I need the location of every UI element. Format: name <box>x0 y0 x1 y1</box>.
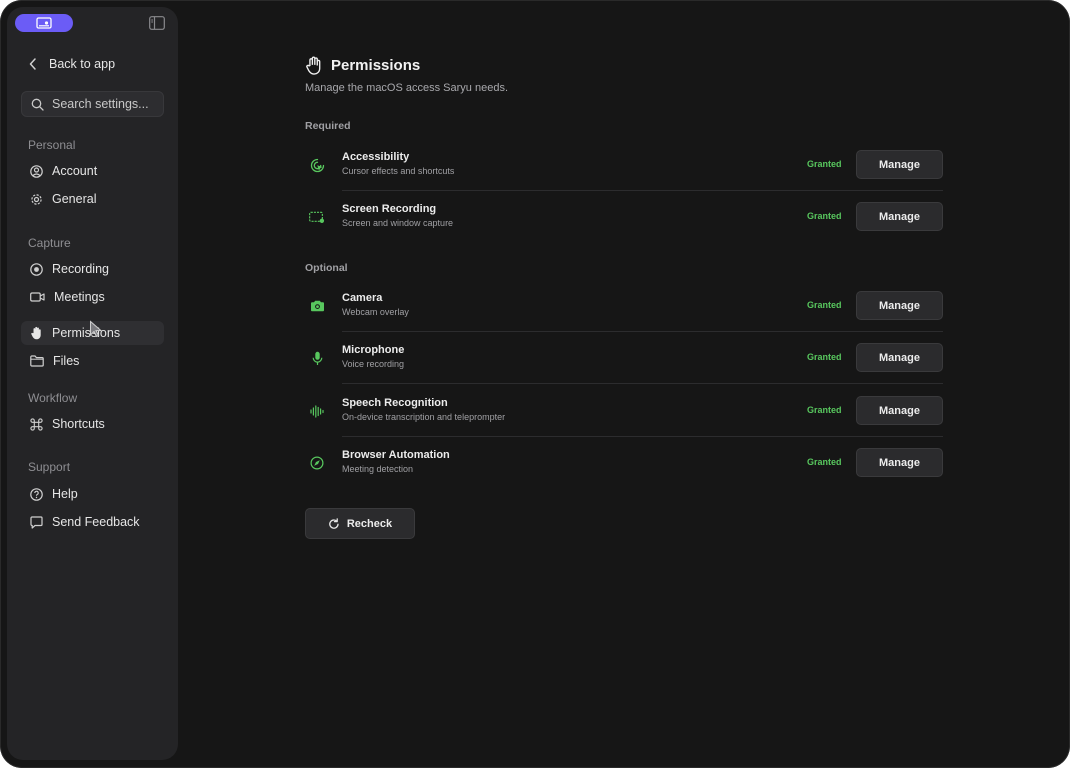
permission-name: Speech Recognition <box>342 397 448 409</box>
manage-accessibility-button[interactable]: Manage <box>856 150 943 179</box>
hand-icon <box>31 326 41 340</box>
sidebar-item-shortcuts[interactable]: Shortcuts <box>21 412 164 436</box>
help-icon <box>30 487 43 501</box>
sidebar-item-label: Help <box>52 487 78 501</box>
permission-description: Cursor effects and shortcuts <box>342 166 455 176</box>
sidebar-item-meetings[interactable]: Meetings <box>21 285 164 309</box>
status-badge: Granted <box>807 352 842 362</box>
chat-bubble-icon <box>30 515 43 529</box>
permission-row-screen-recording: Screen Recording Screen and window captu… <box>305 191 943 243</box>
status-badge: Granted <box>807 159 842 169</box>
refresh-icon <box>329 517 339 529</box>
optional-label: Optional <box>305 262 348 274</box>
sidebar-item-account[interactable]: Account <box>21 159 164 183</box>
app-switcher-button[interactable] <box>15 14 73 32</box>
sidebar-item-label: Files <box>53 354 80 368</box>
hand-icon <box>306 56 321 75</box>
back-to-app-label: Back to app <box>49 57 116 71</box>
account-icon <box>30 164 43 178</box>
sidebar: Back to app Personal Account General <box>7 7 178 760</box>
permission-name: Microphone <box>342 344 405 356</box>
search-settings-field[interactable] <box>21 91 164 117</box>
search-icon <box>31 98 44 111</box>
section-capture: Capture <box>28 236 71 250</box>
sidebar-item-send-feedback[interactable]: Send Feedback <box>21 510 164 534</box>
permission-row-camera: Camera Webcam overlay Granted Manage <box>305 280 943 332</box>
sidebar-item-help[interactable]: Help <box>21 482 164 506</box>
sidebar-toggle-icon[interactable] <box>149 16 165 30</box>
permission-name: Browser Automation <box>342 449 450 461</box>
chevron-left-icon <box>29 58 36 70</box>
sidebar-item-label: Recording <box>52 262 109 276</box>
section-personal: Personal <box>28 138 76 152</box>
manage-camera-button[interactable]: Manage <box>856 291 943 320</box>
back-to-app-link[interactable]: Back to app <box>29 53 169 75</box>
permissions-panel: Permissions Manage the macOS access Sary… <box>305 0 945 768</box>
mouse-pointer-icon <box>90 320 103 338</box>
permission-description: Voice recording <box>342 359 405 369</box>
section-workflow: Workflow <box>28 391 78 405</box>
permission-row-browser-automation: Browser Automation Meeting detection Gra… <box>305 437 943 489</box>
accessibility-icon <box>309 157 325 173</box>
camera-icon <box>309 298 325 314</box>
status-badge: Granted <box>807 211 842 221</box>
permission-name: Accessibility <box>342 151 410 163</box>
record-icon <box>30 262 43 276</box>
permission-row-accessibility: Accessibility Cursor effects and shortcu… <box>305 139 943 191</box>
row-divider <box>342 383 943 384</box>
recheck-button[interactable]: Recheck <box>305 508 415 539</box>
sidebar-item-files[interactable]: Files <box>21 349 164 373</box>
microphone-icon <box>309 350 325 366</box>
section-support: Support <box>28 460 71 474</box>
permission-name: Screen Recording <box>342 203 437 215</box>
permission-row-speech-recognition: Speech Recognition On-device transcripti… <box>305 385 943 437</box>
status-badge: Granted <box>807 405 842 415</box>
sidebar-header <box>7 7 178 39</box>
sidebar-item-label: Meetings <box>54 290 105 304</box>
app-window: Back to app Personal Account General <box>0 0 1070 768</box>
sidebar-item-label: Shortcuts <box>52 417 105 431</box>
permission-description: Meeting detection <box>342 464 414 474</box>
page-header: Permissions <box>305 56 420 75</box>
sidebar-item-label: Account <box>52 164 98 178</box>
manage-screen-recording-button[interactable]: Manage <box>856 202 943 231</box>
recheck-label: Recheck <box>346 517 393 530</box>
sidebar-item-label: Permissions <box>52 326 121 340</box>
permission-name: Camera <box>342 292 383 304</box>
permission-description: On-device transcription and teleprompter <box>342 412 506 422</box>
gear-icon <box>31 193 42 205</box>
status-badge: Granted <box>807 300 842 310</box>
permission-row-microphone: Microphone Voice recording Granted Manag… <box>305 332 943 384</box>
video-camera-icon <box>30 292 45 302</box>
required-label: Required <box>305 120 351 132</box>
waveform-icon <box>309 403 325 419</box>
search-settings-input[interactable] <box>52 97 162 111</box>
compass-icon <box>309 455 325 471</box>
status-badge: Granted <box>807 457 842 467</box>
manage-browser-automation-button[interactable]: Manage <box>856 448 943 477</box>
permission-description: Screen and window capture <box>342 218 454 228</box>
app-window-icon <box>36 17 52 29</box>
screen-recording-icon <box>309 209 325 225</box>
folder-icon <box>30 355 44 367</box>
sidebar-item-general[interactable]: General <box>21 187 164 211</box>
command-icon <box>30 417 43 431</box>
manage-microphone-button[interactable]: Manage <box>856 343 943 372</box>
page-subtitle: Manage the macOS access Saryu needs. <box>305 82 508 94</box>
sidebar-item-label: Send Feedback <box>52 515 140 529</box>
permission-description: Webcam overlay <box>342 307 409 317</box>
page-title: Permissions <box>331 57 421 74</box>
sidebar-item-recording[interactable]: Recording <box>21 257 164 281</box>
manage-speech-recognition-button[interactable]: Manage <box>856 396 943 425</box>
sidebar-item-label: General <box>52 192 97 206</box>
